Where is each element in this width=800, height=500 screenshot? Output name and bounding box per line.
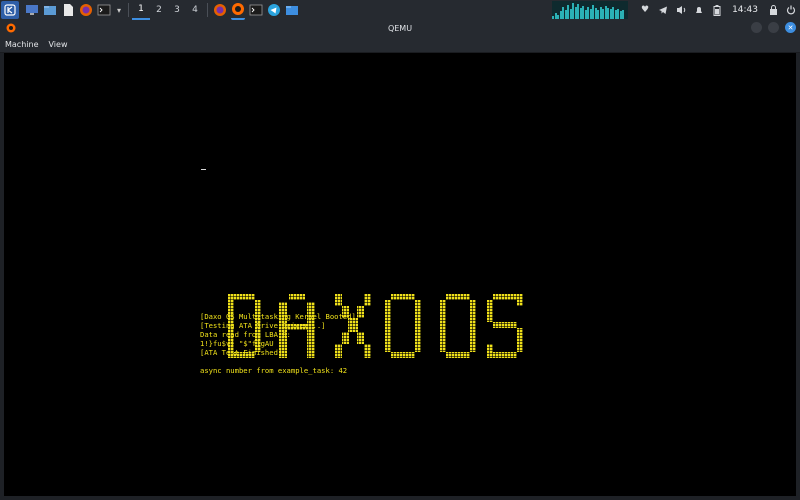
console-line: [Testing ATA Drive Driver...]	[200, 321, 326, 330]
telegram-task-icon[interactable]	[267, 3, 281, 17]
telegram-icon[interactable]	[654, 0, 672, 20]
qemu-task-icon[interactable]	[231, 0, 245, 20]
chevron-down-icon[interactable]: ▾	[115, 3, 123, 17]
taskbar: ▾ 1 2 3 4 ♥ 14:43	[0, 0, 800, 21]
power-icon[interactable]	[782, 0, 800, 20]
lock-icon[interactable]	[764, 0, 782, 20]
separator	[128, 3, 129, 17]
bell-icon[interactable]	[690, 0, 708, 20]
workspace-2[interactable]: 2	[150, 0, 168, 20]
window-title: QEMU	[387, 23, 413, 33]
console-output: [Daxo OS Multitasking Kernel Booted] [Tes…	[200, 312, 356, 375]
console-line: [Daxo OS Multitasking Kernel Booted]	[200, 312, 356, 321]
menu-machine[interactable]: Machine	[0, 40, 44, 49]
workspace-3[interactable]: 3	[168, 0, 186, 20]
window-titlebar[interactable]: QEMU ✕	[0, 20, 800, 36]
vm-display[interactable]: [Daxo OS Multitasking Kernel Booted] [Tes…	[4, 53, 796, 496]
menu-view[interactable]: View	[44, 40, 73, 49]
console-line: Data read from LBA 0:	[200, 330, 291, 339]
desktop-icon[interactable]	[25, 3, 39, 17]
close-button[interactable]: ✕	[785, 22, 796, 33]
console-line: [ATA Test Finished]	[200, 348, 283, 357]
firefox-task-icon[interactable]	[213, 3, 227, 17]
menubar: Machine View	[0, 36, 800, 53]
text-cursor	[201, 169, 206, 170]
document-icon[interactable]	[61, 3, 75, 17]
folder-task-icon[interactable]	[285, 3, 299, 17]
workspace-1[interactable]: 1	[132, 0, 150, 20]
volume-icon[interactable]	[672, 0, 690, 20]
separator	[207, 3, 208, 17]
console-line: 1!}fu$v} "$"f}gAU	[200, 339, 274, 348]
minimize-button[interactable]	[751, 22, 762, 33]
cpu-usage-graph	[552, 1, 629, 19]
app-launcher-button[interactable]	[1, 1, 19, 19]
qemu-app-icon	[6, 23, 16, 33]
workspace-4[interactable]: 4	[186, 0, 204, 20]
system-tray: ♥ 14:43	[552, 0, 800, 20]
terminal-icon[interactable]	[97, 3, 111, 17]
kde-launcher-icon	[4, 4, 16, 16]
file-manager-icon[interactable]	[43, 3, 57, 17]
close-icon: ✕	[787, 23, 794, 32]
maximize-button[interactable]	[768, 22, 779, 33]
console-line: async number from example_task: 42	[200, 366, 348, 375]
firefox-icon[interactable]	[79, 3, 93, 17]
battery-icon[interactable]	[708, 0, 726, 20]
clock[interactable]: 14:43	[726, 5, 764, 15]
shield-icon[interactable]: ♥	[636, 0, 654, 20]
terminal-task-icon[interactable]	[249, 3, 263, 17]
